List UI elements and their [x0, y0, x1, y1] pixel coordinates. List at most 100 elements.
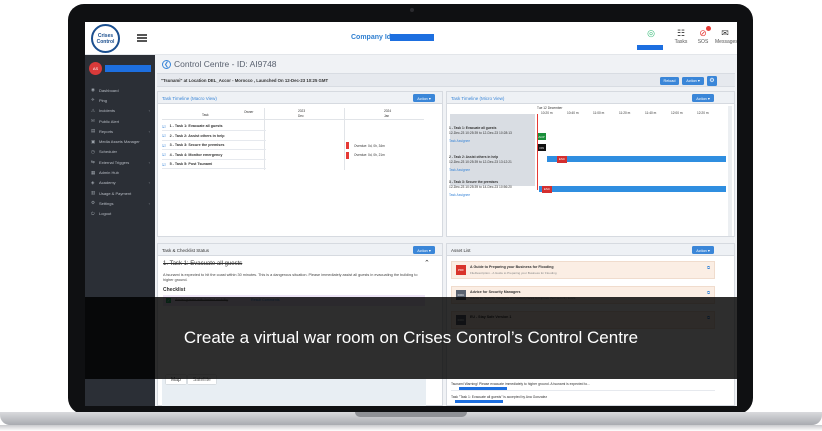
incident-bar: "Tsunami" at Location DEL_Accor - Morocc… [157, 73, 735, 87]
tasks-list-icon: ☷ [676, 28, 686, 38]
page-title-text: Control Centre - ID: AI9748 [174, 59, 277, 69]
macro-task-label: 1 - Task 1: Evacuate all guests [169, 124, 223, 128]
macro-task-row[interactable]: ☑ 1 - Task 1: Evacuate all guests [162, 122, 266, 131]
edit-checkbox-icon[interactable]: ☑ [162, 152, 166, 157]
overdue-marker[interactable] [346, 151, 349, 159]
sidebar-item-logout[interactable]: ⏻ Logout [85, 209, 155, 219]
checklist-description: A tsunami is expected to hit the coast w… [163, 273, 418, 282]
avatar[interactable]: AS [89, 62, 102, 75]
sidebar-item-label: Academy [99, 180, 116, 186]
micro-time-tick: 10:20 m [541, 111, 553, 115]
micro-time-tick: 12:00 m [671, 111, 683, 115]
sidebar-item-usage-payment[interactable]: ▥ Usage & Payment [85, 188, 155, 198]
micro-panel-header: Task Timeline (Micro View) Action ▾ [447, 92, 734, 104]
sidebar-item-incidents[interactable]: ⚠ Incidents ‹ [85, 106, 155, 116]
laptop-camera [410, 8, 414, 12]
sidebar-item-external-triggers[interactable]: ⇆ External Triggers ‹ [85, 157, 155, 167]
promo-stage: Crises Control Company Id: ◎ ☷ Tasks ⊘ S… [0, 0, 822, 431]
micro-time-tick: 11:00 m [593, 111, 605, 115]
macro-panel-title: Task Timeline (Macro View) [162, 95, 217, 101]
micro-entry-dates: 12-Dec-23 10:25:39 to 14-Dec-23 10:56:20 [449, 184, 512, 189]
micro-task2-bar[interactable] [547, 156, 726, 162]
incident-action-button[interactable]: Action ▾ [682, 76, 704, 85]
hamburger-menu-icon[interactable] [137, 34, 147, 42]
chevron-left-icon: ‹ [148, 128, 150, 134]
sidebar-item-dashboard[interactable]: ◉ Dashboard [85, 85, 155, 95]
sidebar-item-media-assets-manager[interactable]: ▣ Media Assets Manager [85, 136, 155, 146]
caption-overlay: Create a virtual war room on Crises Cont… [85, 297, 737, 379]
message-row-1[interactable]: Tsunami Warning! Please evacuate immedia… [451, 382, 715, 391]
macro-task-row[interactable]: ☑ 2 - Task 2: Assist others in help [162, 132, 266, 141]
tasks-button[interactable]: ☷ Tasks [671, 28, 691, 45]
checklist-panel-header: Task & Checklist Status Action ▾ [158, 244, 442, 256]
scheduler-icon: ◷ [91, 148, 95, 154]
sidebar-item-admin-hub[interactable]: ▦ Admin Hub [85, 167, 155, 177]
macro-year-2: 2024 [384, 109, 392, 113]
edit-checkbox-icon[interactable]: ☑ [162, 133, 166, 138]
overdue-marker[interactable] [346, 142, 349, 149]
micro-timeline-panel: Task Timeline (Micro View) Action ▾ Tue … [446, 91, 735, 237]
sidebar-item-reports[interactable]: ▤ Reports ‹ [85, 126, 155, 136]
edit-checkbox-icon[interactable]: ☑ [162, 124, 166, 129]
academy-icon: ◈ [91, 179, 95, 185]
micro-time-tick: 11:20 m [619, 111, 631, 115]
message-row-2[interactable]: Task "Task 1: Evacuate all guests" is ac… [451, 395, 715, 406]
micro-esc-box-1[interactable]: ESC [557, 155, 567, 163]
reload-button[interactable]: Reload [660, 76, 679, 85]
asset-item[interactable]: PDF A Guide to Preparing your Business fo… [451, 261, 715, 279]
micro-task-column [450, 114, 535, 186]
micro-entry-link[interactable]: Task Assignee [449, 168, 533, 173]
crises-control-logo[interactable]: Crises Control [91, 24, 120, 53]
sidebar-item-public-alert[interactable]: ✉ Public Alert [85, 116, 155, 126]
back-arrow-icon[interactable]: ❮ [162, 59, 171, 69]
macro-task-row[interactable]: ☑ 3 - Task 3: Secure the premises [162, 141, 266, 150]
external-link-icon[interactable]: ⧉ [707, 265, 710, 270]
sidebar-item-academy[interactable]: ◈ Academy ‹ [85, 178, 155, 188]
micro-task3-bar[interactable] [539, 186, 726, 192]
message-text-1: Tsunami Warning! Please evacuate immedia… [451, 382, 590, 386]
messages-button[interactable]: ✉ Messages [715, 28, 737, 45]
sidebar-item-label: Media Assets Manager [99, 139, 140, 145]
user-name-redacted [637, 45, 663, 50]
app-header: Crises Control Company Id: ◎ ☷ Tasks ⊘ S… [85, 22, 737, 55]
sidebar-item-label: Incidents [99, 108, 116, 114]
sidebar-item-scheduler[interactable]: ◷ Scheduler [85, 147, 155, 157]
edit-checkbox-icon[interactable]: ☑ [162, 143, 166, 148]
asset-title: Advice for Security Managers [470, 290, 521, 294]
micro-time-tick: 10:40 m [567, 111, 579, 115]
micro-on-box[interactable]: ON [537, 144, 546, 151]
external-link-icon[interactable]: ⧉ [707, 290, 710, 295]
sidebar-item-ping[interactable]: ✈ Ping [85, 95, 155, 105]
caption-text: Create a virtual war room on Crises Cont… [183, 328, 639, 347]
checklist-action-button[interactable]: Action ▾ [413, 246, 435, 254]
collapse-chevron-icon[interactable]: ⌃ [424, 259, 430, 267]
ping-icon: ✈ [91, 97, 95, 103]
macro-task-row[interactable]: ☑ 4 - Task 4: Monitor emergency [162, 151, 266, 160]
checklist-task-heading[interactable]: 1. Task 1: Evacuate all guests [163, 261, 242, 267]
sos-button[interactable]: ⊘ SOS [693, 26, 713, 45]
micro-esc-box-2[interactable]: ESC [542, 185, 552, 193]
micro-task-entry[interactable]: 2 - Task 2: Assist others in help 12-Dec-… [449, 155, 533, 173]
macro-action-button[interactable]: Action ▾ [413, 94, 435, 102]
micro-acp-box[interactable]: ACP [537, 133, 546, 140]
micro-task-entry[interactable]: 1 - Task 1: Evacuate all guests 12-Dec-23… [449, 126, 533, 144]
envelope-icon: ✉ [721, 28, 729, 38]
micro-action-button[interactable]: Action ▾ [692, 94, 714, 102]
macro-task-row[interactable]: ☑ 5 - Task 5: Post Tsunami [162, 160, 266, 169]
micro-scrollbar[interactable] [728, 106, 732, 236]
status-icon-wrap[interactable]: ◎ [641, 28, 661, 39]
edit-checkbox-icon[interactable]: ☑ [162, 162, 166, 167]
micro-task-entry[interactable]: 3 - Task 3: Secure the premises 12-Dec-23… [449, 180, 533, 198]
macro-month-1: Dec [298, 114, 304, 118]
chevron-left-icon: ‹ [148, 159, 150, 165]
asset-action-button[interactable]: Action ▾ [692, 246, 714, 254]
chevron-left-icon: ‹ [148, 180, 150, 186]
gear-icon[interactable]: ⚙ [707, 75, 717, 86]
sidebar-item-label: Settings [99, 200, 114, 206]
micro-entry-link[interactable]: Task Assignee [449, 193, 533, 198]
asset-panel-title: Asset List [451, 247, 471, 253]
sidebar-item-settings[interactable]: ⚙ Settings ‹ [85, 198, 155, 208]
micro-entry-link[interactable]: Task Assignee [449, 139, 533, 144]
sidebar-item-label: Scheduler [99, 149, 118, 155]
macro-col-owner: Owner [244, 110, 254, 114]
